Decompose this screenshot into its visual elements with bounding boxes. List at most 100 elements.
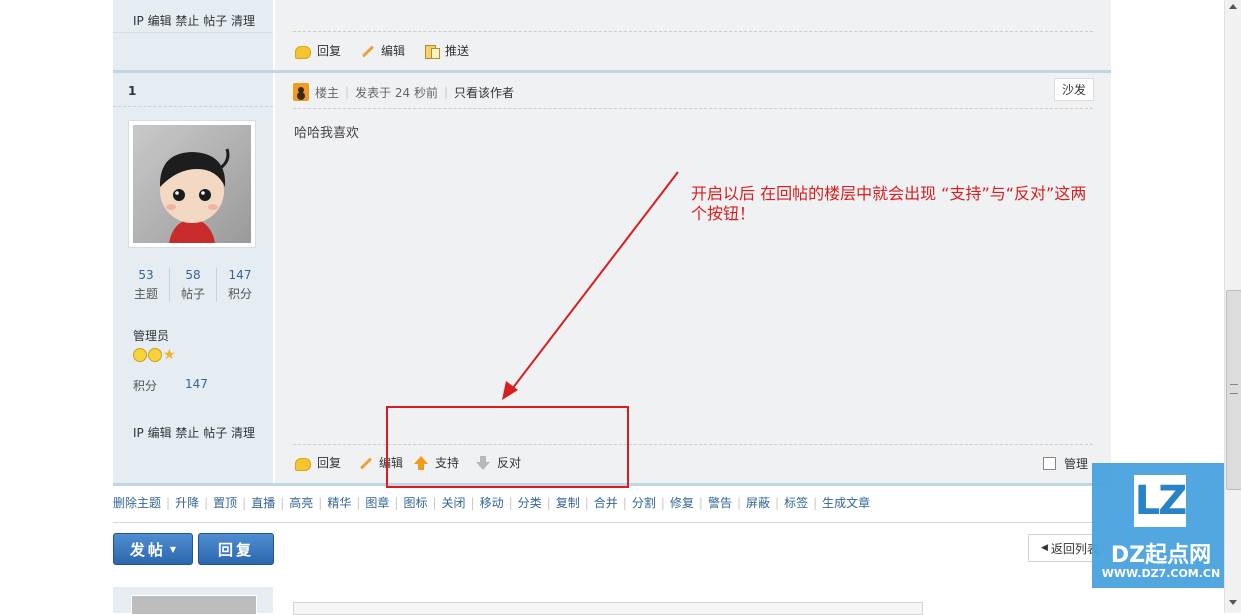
prev-edit-label: 编辑 bbox=[381, 44, 406, 58]
manage-checkbox[interactable] bbox=[1043, 457, 1056, 470]
mod-action-link[interactable]: 生成文章 bbox=[822, 496, 870, 510]
toolbar-separator: | bbox=[204, 496, 209, 510]
toolbar-separator: | bbox=[775, 496, 780, 510]
mod-action-link[interactable]: 修复 bbox=[670, 496, 694, 510]
toolbar-separator: | bbox=[546, 496, 551, 510]
scroll-up-arrow-icon[interactable] bbox=[1229, 4, 1237, 9]
stat-posts[interactable]: 58 帖子 bbox=[170, 268, 217, 302]
edit-button[interactable]: 编辑 bbox=[357, 454, 403, 471]
user-group[interactable]: 管理员 bbox=[133, 327, 169, 344]
editor-toolbar-hint bbox=[293, 602, 923, 615]
credits-label: 积分 bbox=[133, 379, 158, 393]
author-sidebar: 1 53 主题 58 帖子 147 积分 管理员 ★ 积分 147 IP 编辑 … bbox=[113, 73, 273, 483]
stat-threads-value: 53 bbox=[138, 268, 154, 282]
mod-action-link[interactable]: 图章 bbox=[365, 496, 389, 510]
toolbar-separator: | bbox=[280, 496, 285, 510]
mod-action-link[interactable]: 合并 bbox=[594, 496, 618, 510]
mod-action-link[interactable]: 标签 bbox=[784, 496, 808, 510]
credits-value: 147 bbox=[185, 377, 208, 391]
grip-icon bbox=[1230, 384, 1238, 394]
toolbar-separator: | bbox=[318, 496, 323, 510]
next-post-sidebar bbox=[113, 587, 273, 615]
floor-number: 1 bbox=[128, 84, 137, 98]
edit-label: 编辑 bbox=[379, 456, 404, 470]
prev-post-sidebar: IP 编辑 禁止 帖子 清理 bbox=[113, 0, 273, 71]
stat-credits-label: 积分 bbox=[227, 287, 252, 301]
oppose-button[interactable]: 反对 bbox=[475, 454, 521, 471]
prev-post-main: 回复 编辑 推送 bbox=[275, 0, 1111, 70]
avatar[interactable] bbox=[128, 120, 256, 248]
scroll-down-arrow-icon[interactable] bbox=[1229, 600, 1237, 605]
toolbar-separator: | bbox=[242, 496, 247, 510]
manage-label: 管理 bbox=[1064, 457, 1089, 471]
toolbar-separator: | bbox=[584, 496, 589, 510]
scrollbar-thumb[interactable] bbox=[1226, 290, 1241, 490]
mod-action-link[interactable]: 关闭 bbox=[442, 496, 466, 510]
stat-posts-value: 58 bbox=[185, 268, 201, 282]
author-badge: 楼主 bbox=[315, 85, 340, 100]
edit-icon bbox=[359, 43, 375, 59]
mod-action-link[interactable]: 置顶 bbox=[213, 496, 237, 510]
post-bottom-divider bbox=[113, 483, 1111, 486]
reply-button[interactable]: 回复 bbox=[295, 454, 341, 471]
reply-big-label: 回复 bbox=[217, 540, 254, 559]
mod-action-link[interactable]: 精华 bbox=[327, 496, 351, 510]
mod-action-link[interactable]: 删除主题 bbox=[113, 496, 161, 510]
only-author-link[interactable]: 只看该作者 bbox=[454, 84, 514, 101]
mod-action-link[interactable]: 图标 bbox=[403, 496, 427, 510]
prev-edit-button[interactable]: 编辑 bbox=[359, 42, 405, 59]
mod-action-link[interactable]: 移动 bbox=[480, 496, 504, 510]
toolbar-separator: | bbox=[508, 496, 513, 510]
admin-links[interactable]: IP 编辑 禁止 帖子 清理 bbox=[133, 424, 255, 441]
thumbs-down-arrow-icon bbox=[475, 455, 491, 471]
support-button[interactable]: 支持 bbox=[413, 454, 459, 471]
toolbar-separator: | bbox=[622, 496, 627, 510]
moderation-toolbar: 删除主题 | 升降 | 置顶 | 直播 | 高亮 | 精华 | 图章 | 图标 | 关闭 | 移动 | 分类 | 复制 | 合并… bbox=[113, 494, 870, 511]
oppose-label: 反对 bbox=[497, 456, 522, 470]
vertical-scrollbar[interactable] bbox=[1224, 0, 1241, 613]
mod-action-link[interactable]: 升降 bbox=[175, 496, 199, 510]
annotation-text: 开启以后 在回帖的楼层中就会出现 “支持”与“反对”这两 个按钮！ bbox=[691, 184, 1086, 224]
mod-action-link[interactable]: 复制 bbox=[556, 496, 580, 510]
thread-starter-icon bbox=[293, 83, 309, 101]
reply-big-button[interactable]: 回复 bbox=[198, 533, 274, 565]
toolbar-separator: | bbox=[470, 496, 475, 510]
prev-push-button[interactable]: 推送 bbox=[423, 42, 469, 59]
annotation-line-1: 开启以后 在回帖的楼层中就会出现 “支持”与“反对”这两 bbox=[691, 184, 1087, 203]
reply-icon bbox=[295, 457, 311, 471]
mod-action-link[interactable]: 高亮 bbox=[289, 496, 313, 510]
toolbar-separator: | bbox=[166, 496, 171, 510]
prev-reply-label: 回复 bbox=[317, 44, 342, 58]
prev-reply-button[interactable]: 回复 bbox=[295, 42, 341, 59]
stat-posts-label: 帖子 bbox=[180, 287, 205, 301]
smile-icon bbox=[148, 348, 162, 362]
push-icon bbox=[423, 43, 441, 59]
reply-icon bbox=[295, 45, 311, 59]
post-main: 楼主 | 发表于 24 秒前 | 只看该作者 沙发 哈哈我喜欢 回复 编辑 支持… bbox=[275, 73, 1111, 483]
avatar-illustration bbox=[133, 125, 251, 243]
caret-down-icon: ▼ bbox=[169, 544, 177, 554]
watermark-logo: LZ bbox=[1134, 475, 1187, 527]
watermark-brand: DZ起点网 bbox=[1110, 543, 1212, 568]
new-post-button[interactable]: 发帖 ▼ bbox=[113, 533, 193, 565]
mod-action-link[interactable]: 分类 bbox=[518, 496, 542, 510]
watermark: LZ DZ起点网 WWW.DZ7.COM.CN bbox=[1092, 463, 1230, 588]
toolbar-separator: | bbox=[394, 496, 399, 510]
toolbar-separator: | bbox=[356, 496, 361, 510]
toolbar-separator: | bbox=[432, 496, 437, 510]
stat-credits[interactable]: 147 积分 bbox=[217, 268, 263, 302]
mod-action-link[interactable]: 警告 bbox=[708, 496, 732, 510]
stat-threads-label: 主题 bbox=[133, 287, 158, 301]
mod-action-link[interactable]: 直播 bbox=[251, 496, 275, 510]
support-label: 支持 bbox=[435, 456, 460, 470]
mod-action-link[interactable]: 屏蔽 bbox=[746, 496, 770, 510]
prev-admin-links[interactable]: IP 编辑 禁止 帖子 清理 bbox=[133, 12, 255, 29]
prev-push-label: 推送 bbox=[445, 44, 470, 58]
reply-label: 回复 bbox=[317, 456, 342, 470]
annotation-line-2: 个按钮！ bbox=[691, 204, 756, 223]
mod-action-link[interactable]: 分割 bbox=[632, 496, 656, 510]
floor-label[interactable]: 沙发 bbox=[1054, 78, 1095, 101]
stat-threads[interactable]: 53 主题 bbox=[123, 268, 170, 302]
toolbar-separator: | bbox=[698, 496, 703, 510]
post-time: 发表于 24 秒前 bbox=[355, 85, 438, 100]
